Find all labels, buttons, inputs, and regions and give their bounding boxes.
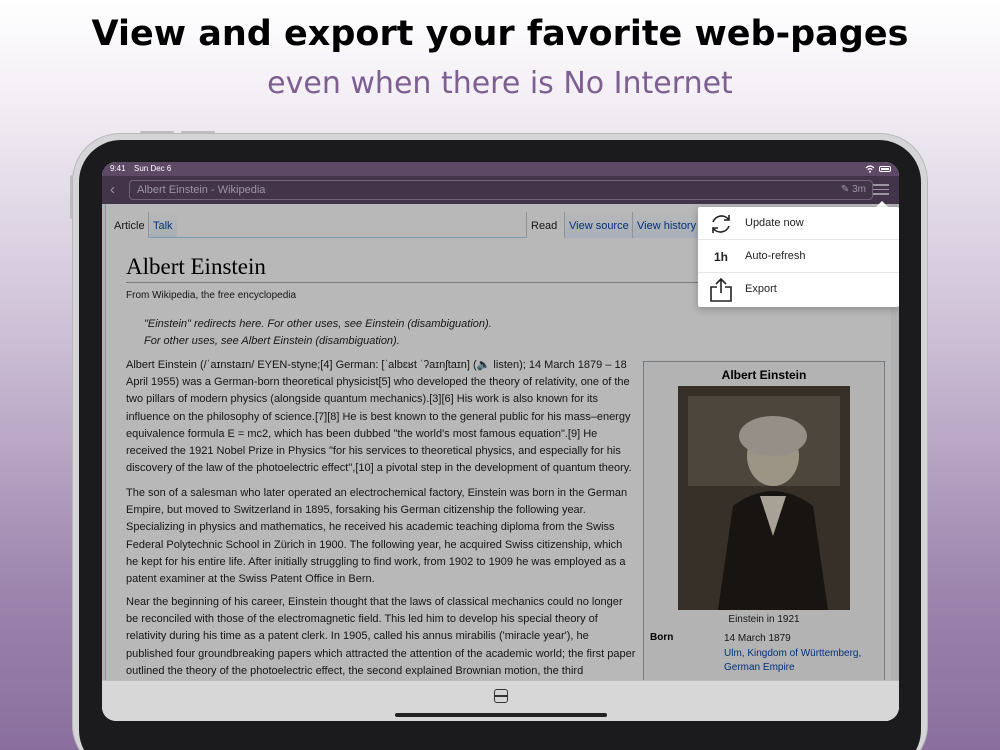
share-icon: [708, 277, 734, 302]
from-wikipedia: From Wikipedia, the free encyclopedia: [126, 290, 297, 301]
paragraph-1: Albert Einstein (/ˈaɪnstaɪn/ EYEN-styne;…: [126, 359, 632, 475]
screen: 9:41 Sun Dec 6 ‹ Albert Einstein - Wikip…: [102, 162, 899, 721]
page-title: Albert Einstein: [126, 254, 266, 279]
menu-item-export[interactable]: Export: [698, 273, 899, 306]
promo-headline: View and export your favorite web-pages: [91, 14, 909, 54]
tabs-icon[interactable]: [494, 689, 508, 703]
promo-subline: even when there is No Internet: [267, 66, 733, 101]
wifi-icon: [865, 165, 875, 173]
tab-read[interactable]: Read: [526, 212, 561, 238]
status-date: Sun Dec 6: [134, 164, 172, 173]
menu-label-auto-refresh: Auto-refresh: [745, 250, 806, 262]
menu-label-update-now: Update now: [745, 217, 804, 229]
menu-item-auto-refresh[interactable]: 1h Auto-refresh: [698, 240, 899, 273]
infobox: Albert Einstein Einstein in 1921 Born 14…: [643, 361, 885, 691]
born-label: Born: [650, 632, 674, 643]
cache-age: ✎ 3m: [841, 181, 866, 199]
back-chevron-icon[interactable]: ‹: [110, 182, 115, 197]
paragraph-2: The son of a salesman who later operated…: [126, 487, 628, 586]
tab-divider: [150, 237, 526, 238]
battery-icon: [879, 166, 891, 172]
born-value: 14 March 1879 Ulm, Kingdom of Württember…: [724, 632, 861, 676]
menu-item-update-now[interactable]: Update now: [698, 207, 899, 240]
auto-refresh-interval-icon: 1h: [713, 250, 728, 264]
home-indicator: [395, 713, 607, 717]
born-country-link[interactable]: German Empire: [724, 661, 861, 676]
action-menu: Update now 1h Auto-refresh Export: [698, 207, 899, 307]
hatnote-1: "Einstein" redirects here. For other use…: [144, 318, 492, 330]
born-date: 14 March 1879: [724, 633, 791, 644]
infobox-caption: Einstein in 1921: [728, 614, 800, 625]
born-place-link[interactable]: Ulm, Kingdom of Württemberg,: [724, 647, 861, 662]
cache-age-value: 3m: [852, 184, 866, 195]
refresh-icon: [708, 212, 734, 236]
status-time: 9:41: [110, 164, 126, 173]
tab-talk[interactable]: Talk: [148, 212, 177, 238]
tab-view-history[interactable]: View history: [632, 212, 701, 238]
nav-bar: ‹ Albert Einstein - Wikipedia ✎ 3m: [102, 176, 899, 204]
pencil-icon: ✎: [840, 184, 850, 195]
paragraph-3: Near the beginning of his career, Einste…: [126, 596, 636, 677]
menu-hamburger-icon[interactable]: [873, 184, 889, 198]
url-field[interactable]: Albert Einstein - Wikipedia ✎ 3m: [129, 180, 873, 200]
tab-view-source[interactable]: View source: [564, 212, 633, 238]
tab-article[interactable]: Article: [110, 212, 149, 238]
portrait-image: [678, 386, 850, 610]
hatnote-2: For other uses, see Albert Einstein (dis…: [144, 335, 400, 347]
status-bar: 9:41 Sun Dec 6: [102, 162, 899, 176]
infobox-title: Albert Einstein: [721, 368, 807, 382]
menu-label-export: Export: [745, 283, 777, 295]
url-text: Albert Einstein - Wikipedia: [137, 184, 266, 196]
